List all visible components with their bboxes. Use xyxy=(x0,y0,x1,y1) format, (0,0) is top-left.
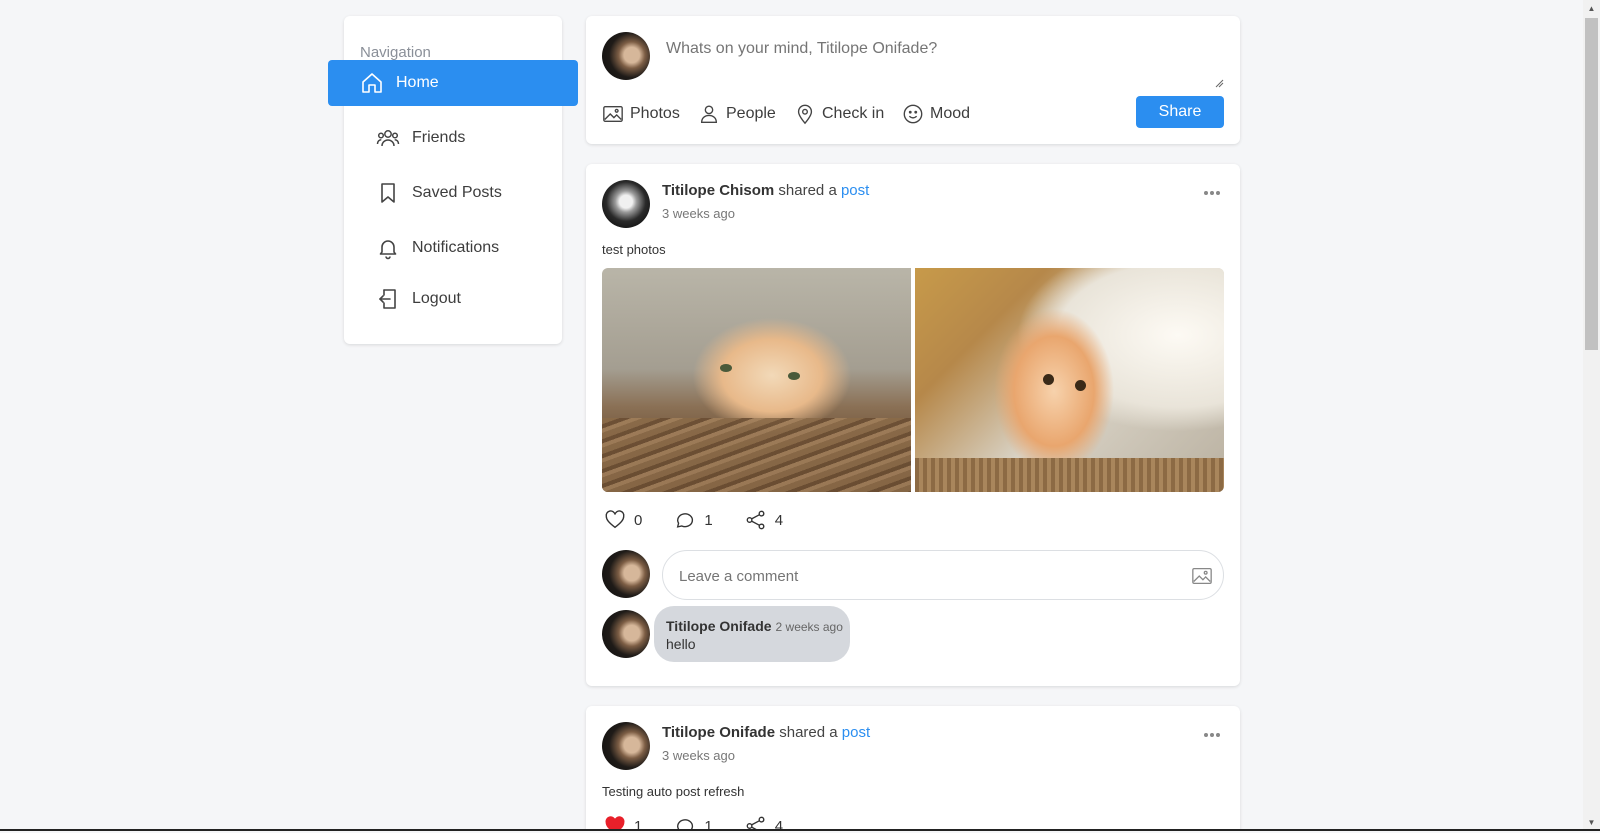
post-link[interactable]: post xyxy=(842,724,870,741)
comment-icon xyxy=(677,513,694,528)
photos-button[interactable]: Photos xyxy=(602,100,680,128)
sidebar-item-notifications[interactable]: Notifications xyxy=(360,225,570,271)
comment-bubble: Titilope Onifade 2 weeks ago hello xyxy=(654,606,850,662)
sidebar-item-saved-posts[interactable]: Saved Posts xyxy=(360,170,570,216)
comment-button[interactable]: 1 xyxy=(674,815,713,831)
map-pin-icon xyxy=(797,104,813,125)
post-header: Titilope Chisom shared a post xyxy=(662,182,869,199)
page: Navigation Home Friends Saved Posts Noti… xyxy=(0,0,1600,831)
more-options-icon[interactable] xyxy=(1204,182,1224,195)
comment-button[interactable]: 1 xyxy=(674,509,713,531)
like-button[interactable]: 1 xyxy=(604,815,643,831)
comment-icon xyxy=(677,819,694,829)
post-card: Titilope Onifade shared a post 3 weeks a… xyxy=(586,706,1240,831)
users-icon xyxy=(376,130,400,147)
sidebar-nav: Navigation Home Friends Saved Posts Noti… xyxy=(328,16,578,344)
heart-icon xyxy=(605,510,625,529)
home-icon xyxy=(362,73,382,93)
post-link[interactable]: post xyxy=(841,182,869,199)
sidebar-item-label: Notifications xyxy=(412,239,500,256)
comment-time: 2 weeks ago xyxy=(775,620,843,634)
post-time: 3 weeks ago xyxy=(662,206,735,221)
sidebar-item-friends[interactable]: Friends xyxy=(360,115,570,161)
comment-box xyxy=(662,550,1224,600)
comment-text: hello xyxy=(666,636,696,652)
sidebar-item-home[interactable]: Home xyxy=(328,60,578,106)
post-photos xyxy=(602,268,1224,492)
photos-label: Photos xyxy=(630,105,680,122)
shared-text: shared a xyxy=(779,724,838,741)
people-button[interactable]: People xyxy=(698,100,776,128)
post-text: Testing auto post refresh xyxy=(602,784,745,799)
like-button[interactable]: 0 xyxy=(604,509,642,531)
comment-author[interactable]: Titilope Onifade xyxy=(666,618,772,634)
smiley-icon xyxy=(903,104,923,124)
person-icon xyxy=(700,105,718,123)
comment-header: Titilope Onifade 2 weeks ago xyxy=(666,618,843,634)
post-time: 3 weeks ago xyxy=(662,748,735,763)
like-count: 1 xyxy=(634,817,643,831)
bookmark-icon xyxy=(381,183,395,203)
author-name[interactable]: Titilope Chisom xyxy=(662,182,774,199)
post-composer: Photos People Check in Mood Share xyxy=(586,16,1240,144)
sidebar-item-label: Saved Posts xyxy=(412,184,502,201)
image-icon[interactable] xyxy=(1191,565,1213,587)
post-stats: 0 1 4 xyxy=(604,508,815,532)
sidebar-item-label: Home xyxy=(396,74,439,91)
comment-count: 1 xyxy=(704,817,713,831)
comment-input[interactable] xyxy=(679,565,1159,587)
post-text: test photos xyxy=(602,242,666,257)
scroll-up-icon[interactable]: ▲ xyxy=(1583,0,1600,17)
post-stats: 1 1 4 xyxy=(604,814,815,831)
share-count: 4 xyxy=(774,817,784,831)
scrollbar[interactable]: ▲ ▼ xyxy=(1583,0,1600,829)
shared-text: shared a xyxy=(778,182,837,199)
post-card: Titilope Chisom shared a post 3 weeks ag… xyxy=(586,164,1240,686)
sidebar-item-logout[interactable]: Logout xyxy=(360,276,570,322)
share-post-button[interactable]: 4 xyxy=(745,509,783,531)
scroll-down-icon[interactable]: ▼ xyxy=(1583,814,1600,829)
avatar xyxy=(602,32,650,80)
author-name[interactable]: Titilope Onifade xyxy=(662,724,775,741)
scroll-thumb[interactable] xyxy=(1585,18,1598,350)
share-icon xyxy=(746,510,765,530)
resize-grip-icon[interactable] xyxy=(1214,78,1224,88)
mood-button[interactable]: Mood xyxy=(902,100,970,128)
check-in-button[interactable]: Check in xyxy=(794,100,884,128)
avatar xyxy=(602,180,650,228)
heart-filled-icon xyxy=(605,816,625,829)
bell-icon xyxy=(379,240,397,260)
avatar xyxy=(602,722,650,770)
share-count: 4 xyxy=(774,511,784,529)
avatar xyxy=(602,550,650,598)
post-photo[interactable] xyxy=(602,268,911,492)
sidebar-item-label: Logout xyxy=(412,290,461,307)
avatar xyxy=(602,610,650,658)
sidebar-item-label: Friends xyxy=(412,129,466,146)
more-options-icon[interactable] xyxy=(1204,724,1224,737)
share-post-button[interactable]: 4 xyxy=(745,815,784,831)
check-in-label: Check in xyxy=(822,105,885,122)
post-photo[interactable] xyxy=(915,268,1224,492)
post-header: Titilope Onifade shared a post xyxy=(662,724,870,741)
image-icon xyxy=(603,105,623,123)
people-label: People xyxy=(726,105,776,122)
sidebar-title: Navigation xyxy=(360,44,431,61)
composer-input[interactable] xyxy=(666,40,1216,80)
share-icon xyxy=(746,816,765,829)
logout-icon xyxy=(379,289,396,309)
mood-label: Mood xyxy=(930,105,971,122)
share-button[interactable]: Share xyxy=(1136,96,1224,128)
comment-count: 1 xyxy=(704,511,713,529)
like-count: 0 xyxy=(634,511,643,529)
